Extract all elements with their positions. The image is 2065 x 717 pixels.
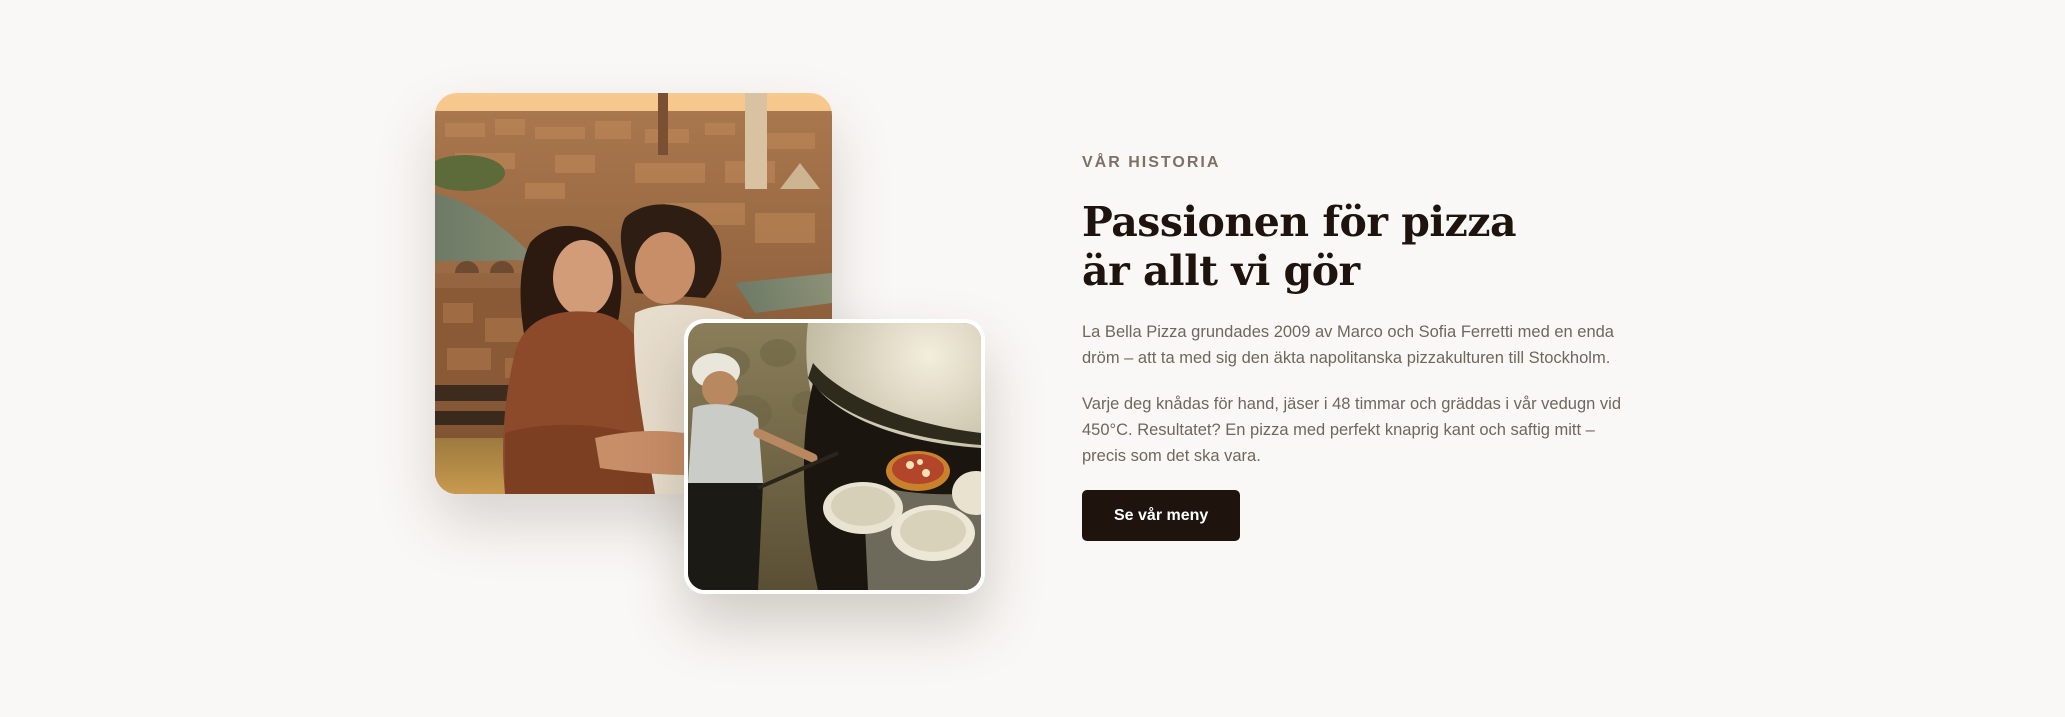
see-menu-button[interactable]: Se vår meny [1082,490,1241,541]
section-heading: Passionen för pizza är allt vi gör [1082,198,1642,296]
pizza-oven-photo-frame [684,319,985,594]
story-paragraph-1: La Bella Pizza grundades 2009 av Marco o… [1082,323,1614,367]
our-story-section: VÅR HISTORIA Passionen för pizza är allt… [0,0,2065,717]
pizza-oven-illustration [688,323,981,590]
pizza-oven-photo [688,323,981,590]
section-eyebrow: VÅR HISTORIA [1082,154,1221,171]
story-paragraph-2: Varje deg knådas för hand, jäser i 48 ti… [1082,395,1621,465]
heading-line-1: Passionen för pizza [1082,198,1517,246]
heading-line-2: är allt vi gör [1082,247,1360,295]
story-content: VÅR HISTORIA Passionen för pizza är allt… [1082,150,1642,541]
